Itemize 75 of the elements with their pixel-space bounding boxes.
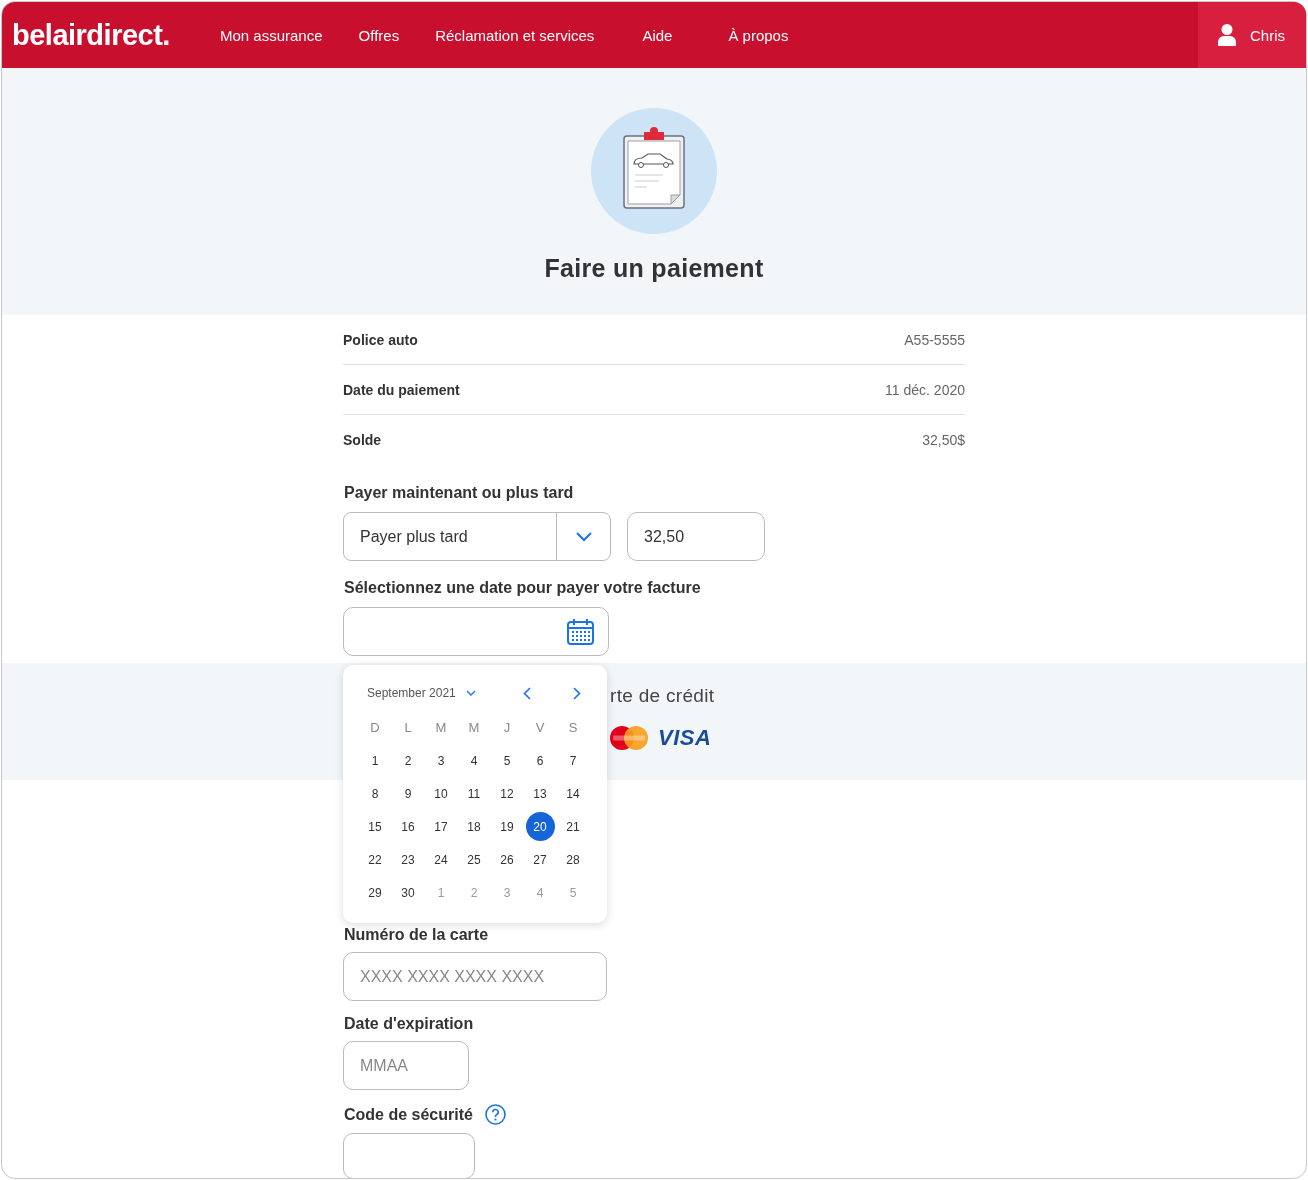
person-icon (1218, 24, 1236, 46)
nav-link[interactable]: Réclamation et services (435, 26, 595, 44)
detail-value: 32,50$ (922, 431, 965, 448)
detail-label: Police auto (343, 331, 418, 348)
calendar-day[interactable]: 26 (492, 845, 522, 874)
calendar-day[interactable]: 24 (426, 845, 456, 874)
nav-link[interactable]: Mon assurance (220, 26, 323, 44)
weekday-label: D (369, 719, 381, 737)
clipboard-car-icon (591, 108, 717, 234)
calendar-day[interactable]: 29 (360, 878, 390, 907)
card-brand-logo: VISA (658, 725, 712, 751)
page-title: Faire un paiement (544, 254, 764, 283)
calendar-day[interactable]: 2 (393, 746, 423, 775)
card-number-field[interactable]: XXXX XXXX XXXX XXXX (343, 952, 607, 1001)
calendar-day[interactable]: 22 (360, 845, 390, 874)
calendar-day[interactable]: 17 (426, 812, 456, 841)
field-label: Payer maintenant ou plus tard (344, 484, 575, 502)
weekday-label: V (534, 719, 546, 737)
calendar-day[interactable]: 16 (393, 812, 423, 841)
date-field[interactable] (343, 607, 609, 656)
chevron-down-icon (465, 690, 476, 696)
calendar-icon (567, 618, 594, 645)
nav-link[interactable]: Offres (358, 26, 400, 44)
calendar-day[interactable]: 5 (492, 746, 522, 775)
calendar-day[interactable]: 28 (558, 845, 588, 874)
calendar-day[interactable]: 19 (492, 812, 522, 841)
calendar-day[interactable]: 21 (558, 812, 588, 841)
field-label: Numéro de la carte (344, 926, 490, 944)
calendar-day[interactable]: 11 (459, 779, 489, 808)
amount-field[interactable]: 32,50 (627, 512, 765, 561)
expiry-field[interactable]: MMAA (343, 1041, 469, 1090)
field-label: Date d'expiration (344, 1015, 475, 1033)
security-code-field[interactable] (343, 1133, 475, 1178)
weekday-label: M (467, 719, 481, 737)
calendar-day[interactable]: 13 (525, 779, 555, 808)
card-brand-logo (610, 726, 648, 750)
calendar-day[interactable]: 18 (459, 812, 489, 841)
detail-label: Solde (343, 431, 382, 448)
weekday-label: J (502, 719, 512, 737)
user-menu[interactable]: Chris (1198, 2, 1306, 68)
calendar-day[interactable]: 1 (360, 746, 390, 775)
month-selector[interactable]: September 2021 (367, 686, 517, 700)
section-heading: rte de crédit (610, 685, 716, 707)
calendar-day[interactable]: 4 (459, 746, 489, 775)
help-icon (484, 1104, 506, 1125)
chevron-left-icon (523, 686, 531, 700)
calendar-day[interactable]: 20 (525, 812, 555, 841)
calendar-day[interactable]: 15 (360, 812, 390, 841)
nav-link[interactable]: Aide (642, 26, 673, 44)
calendar-day[interactable]: 3 (426, 746, 456, 775)
weekday-label: S (567, 719, 579, 737)
calendar-day[interactable]: 6 (525, 746, 555, 775)
calendar-day[interactable]: 12 (492, 779, 522, 808)
chevron-right-icon (573, 686, 581, 700)
calendar-day[interactable]: 23 (393, 845, 423, 874)
payment-timing-dropdown[interactable]: Payer plus tard (343, 512, 611, 561)
calendar-day[interactable]: 27 (525, 845, 555, 874)
logo[interactable]: belairdirect. (12, 18, 220, 52)
calendar-day[interactable]: 10 (426, 779, 456, 808)
detail-value: A55-5555 (904, 331, 965, 348)
nav-link[interactable]: À propos (728, 26, 789, 44)
help-button[interactable] (484, 1104, 506, 1125)
calendar-day[interactable]: 14 (558, 779, 588, 808)
calendar-day[interactable]: 25 (459, 845, 489, 874)
weekday-label: L (403, 719, 413, 737)
detail-label: Date du paiement (343, 381, 460, 398)
chevron-down-icon (575, 531, 592, 542)
field-label: Code de sécurité (344, 1105, 473, 1124)
calendar-day[interactable]: 8 (360, 779, 390, 808)
calendar-day[interactable]: 9 (393, 779, 423, 808)
calendar-day[interactable]: 7 (558, 746, 588, 775)
detail-value: 11 déc. 2020 (885, 381, 965, 398)
calendar-day[interactable]: 30 (393, 878, 423, 907)
weekday-label: M (434, 719, 448, 737)
field-label: Sélectionnez une date pour payer votre facture (344, 579, 702, 597)
